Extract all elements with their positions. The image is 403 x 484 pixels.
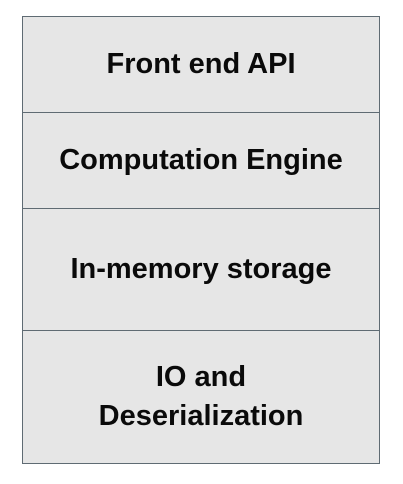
layer-label: IO and Deserialization [98,361,304,432]
layer-front-end-api: Front end API [23,17,379,112]
layer-stack-diagram: Front end API Computation Engine In-memo… [22,16,380,464]
layer-label: In-memory storage [70,253,332,285]
layer-in-memory-storage: In-memory storage [23,208,379,330]
layer-computation-engine: Computation Engine [23,112,379,208]
layer-label: Computation Engine [59,144,343,176]
layer-io-and-deserialization: IO and Deserialization [23,330,379,463]
layer-label: Front end API [106,48,296,80]
